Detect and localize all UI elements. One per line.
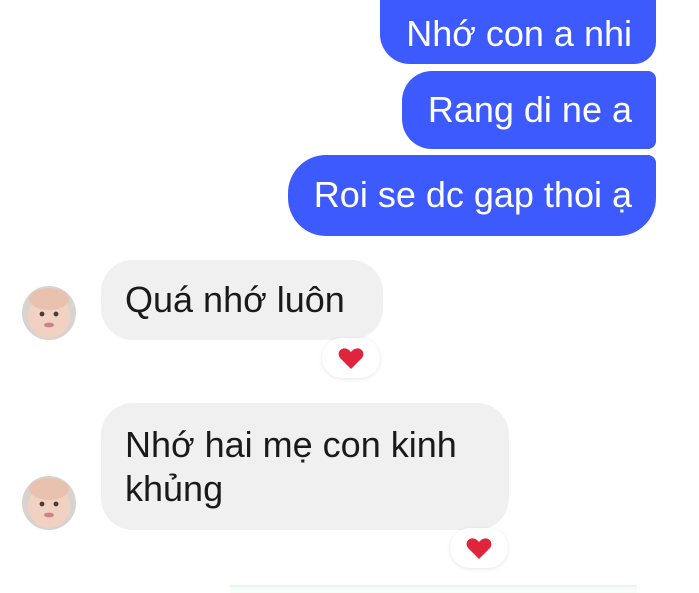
message-reaction[interactable] [322, 338, 380, 378]
contact-avatar[interactable] [22, 286, 76, 340]
chat-thread: Nhớ con a nhi Rang di ne a Roi se dc gap… [0, 0, 699, 593]
message-text: Rang di ne a [427, 89, 632, 130]
outgoing-message[interactable]: Roi se dc gap thoi ạ [287, 155, 656, 236]
outgoing-message[interactable]: Rang di ne a [401, 71, 656, 149]
message-text-line: Nhớ hai mẹ con kinh [125, 424, 457, 465]
incoming-message[interactable]: Quá nhớ luôn [101, 260, 383, 340]
heart-icon [338, 347, 364, 369]
message-text-line: khủng [125, 468, 224, 509]
message-text: Nhớ con a nhi [406, 13, 632, 54]
message-text: Roi se dc gap thoi ạ [313, 174, 632, 215]
heart-icon [466, 537, 492, 559]
incoming-message[interactable]: Nhớ hai mẹ con kinh khủng [101, 403, 509, 530]
message-reaction[interactable] [450, 528, 508, 568]
outgoing-message[interactable]: Nhớ con a nhi [380, 0, 656, 64]
composer-edge [230, 585, 637, 593]
contact-avatar[interactable] [22, 476, 76, 530]
message-text: Quá nhớ luôn [125, 279, 345, 320]
